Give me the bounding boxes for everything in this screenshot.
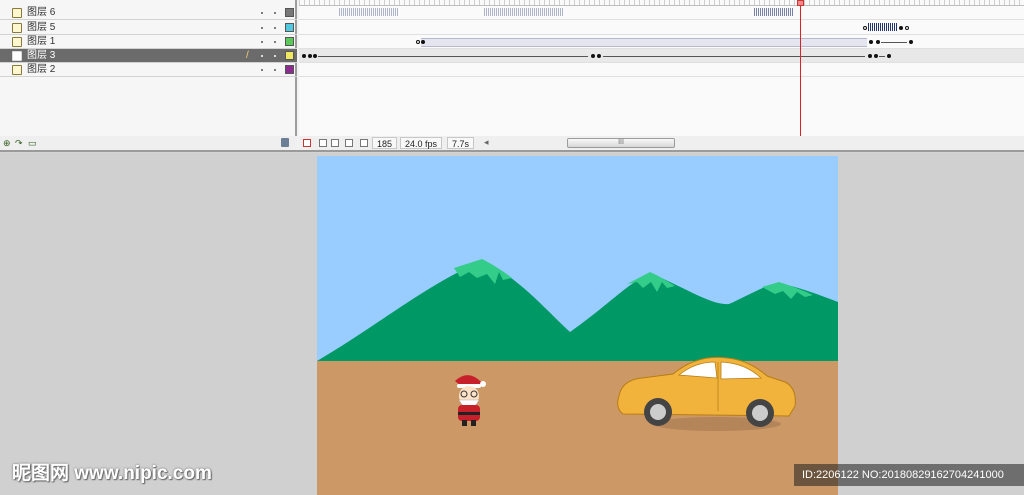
timeline-status-bar: 185 24.0 fps 7.7s ◂ III [299,136,1024,150]
pencil-icon: / [246,50,249,61]
onion-skin-icon[interactable] [319,139,327,147]
outline-color-swatch[interactable] [285,8,294,17]
visibility-dot[interactable] [261,55,263,57]
lock-dot[interactable] [274,41,276,43]
keyframe[interactable] [302,54,306,58]
layer-icon [12,8,22,18]
lock-dot[interactable] [274,12,276,14]
visibility-dot[interactable] [261,12,263,14]
layer-list: 图层 6 图层 5 图层 1 图层 3 / 图层 2 [0,0,297,136]
layer-row-3[interactable]: 图层 3 / [0,49,297,63]
layer-row-5[interactable]: 图层 5 [0,21,297,35]
keyframe[interactable] [863,26,867,30]
frame-row[interactable] [299,35,1024,49]
lock-dot[interactable] [274,27,276,29]
layer-row-6[interactable]: 图层 6 [0,6,297,20]
tween-arrow [318,56,588,57]
outline-color-swatch[interactable] [285,65,294,74]
flash-editor-window: 图层 6 图层 5 图层 1 图层 3 / 图层 2 ⊕ ↷ ▭ 185 24.… [0,0,1024,495]
frame-row[interactable] [299,6,1024,20]
sound-waveform [754,8,794,16]
layer-name: 图层 5 [27,22,56,33]
sound-waveform [868,23,898,31]
playhead-line [800,0,801,136]
sound-waveform [339,8,399,16]
watermark-logo: 昵图网 www.nipic.com [12,463,212,484]
trash-icon[interactable] [281,138,289,147]
visibility-dot[interactable] [261,69,263,71]
stage[interactable] [317,156,838,495]
keyframe[interactable] [416,40,420,44]
tween-arrow [879,56,885,57]
new-folder-icon[interactable]: ▭ [28,138,37,148]
lock-dot[interactable] [274,69,276,71]
timeline-panel: 图层 6 图层 5 图层 1 图层 3 / 图层 2 ⊕ ↷ ▭ 185 24.… [0,0,1024,152]
center-frame-icon[interactable] [303,139,311,147]
lock-dot[interactable] [274,55,276,57]
layer-icon [12,23,22,33]
layer-icon [12,51,22,61]
keyframe[interactable] [899,26,903,30]
edit-multiple-frames-icon[interactable] [345,139,353,147]
keyframe[interactable] [313,54,317,58]
keyframe[interactable] [868,54,872,58]
layer-row-1[interactable]: 图层 1 [0,35,297,49]
scroll-left-icon[interactable]: ◂ [484,137,489,148]
visibility-dot[interactable] [261,27,263,29]
current-frame: 185 [372,137,398,149]
layer-icon [12,65,22,75]
layer-name: 图层 3 [27,50,56,61]
layer-name: 图层 1 [27,36,56,47]
workspace [0,153,1024,495]
keyframe[interactable] [869,40,873,44]
new-layer-icon[interactable]: ⊕ [3,138,11,148]
motion-guide-icon[interactable]: ↷ [15,138,23,148]
frame-rate[interactable]: 24.0 fps [400,137,443,149]
sound-waveform [484,8,564,16]
watermark-id: ID:2206122 NO:20180829162704241000 [794,464,1024,486]
onion-markers-icon[interactable] [360,139,368,147]
playhead-handle[interactable] [797,0,804,6]
layer-icon [12,37,22,47]
keyframe[interactable] [308,54,312,58]
keyframe[interactable] [876,40,880,44]
keyframe[interactable] [597,54,601,58]
keyframe[interactable] [421,40,425,44]
layer-name: 图层 2 [27,64,56,75]
outline-color-swatch[interactable] [285,23,294,32]
keyframe[interactable] [591,54,595,58]
stage-artwork [317,156,838,495]
frame-row[interactable] [299,21,1024,35]
elapsed-time: 7.7s [447,137,475,149]
frame-row[interactable] [299,63,1024,77]
keyframe[interactable] [874,54,878,58]
keyframe[interactable] [887,54,891,58]
outline-color-swatch[interactable] [285,37,294,46]
visibility-dot[interactable] [261,41,263,43]
keyframe[interactable] [909,40,913,44]
layer-toolbar: ⊕ ↷ ▭ [0,136,297,150]
keyframe[interactable] [905,26,909,30]
tween-arrow [881,42,907,43]
tween-arrow [603,56,865,57]
layer-row-2[interactable]: 图层 2 [0,63,297,77]
onion-outline-icon[interactable] [331,139,339,147]
timeline-scrollbar[interactable]: III [567,138,675,148]
outline-color-swatch[interactable] [285,51,294,60]
layer-name: 图层 6 [27,7,56,18]
frame-row[interactable] [299,49,1024,63]
frame-grid[interactable] [299,0,1024,136]
